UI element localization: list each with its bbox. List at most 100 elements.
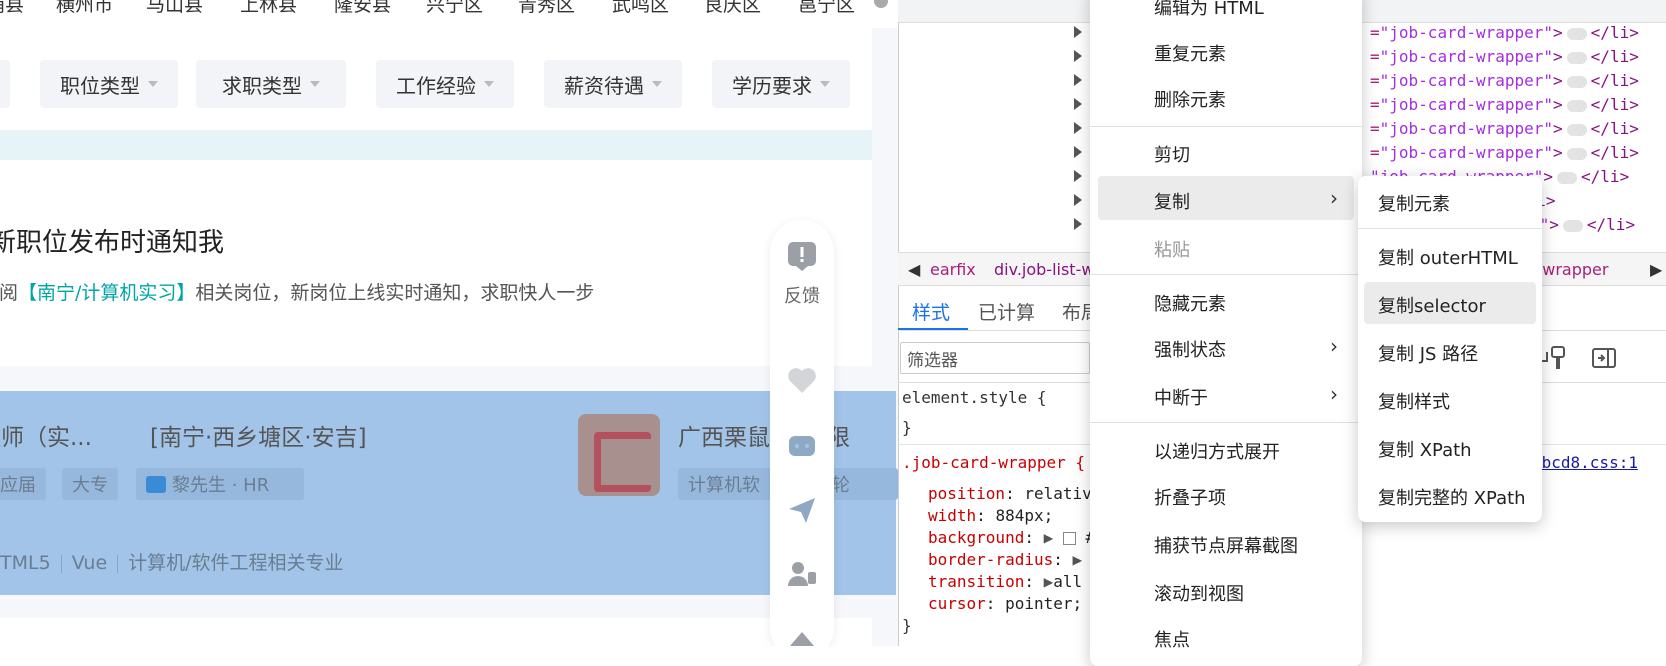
menu-separator: [1090, 274, 1362, 275]
css-declaration[interactable]: position: relativ: [928, 484, 1092, 503]
filter-education[interactable]: 学历要求: [712, 60, 850, 108]
filter-salary[interactable]: 薪资待遇: [544, 60, 682, 108]
ellipsis-icon: [1562, 219, 1583, 232]
element-style-rule[interactable]: element.style {: [902, 388, 1047, 407]
filter-job-type[interactable]: 职位类型: [40, 60, 178, 108]
breadcrumb-item[interactable]: div.job-list-w: [994, 260, 1094, 279]
submenu-item-copy-outerhtml[interactable]: 复制 outerHTML: [1378, 244, 1518, 270]
city-link[interactable]: 兴宁区: [426, 0, 483, 17]
rule-close-brace: }: [902, 418, 912, 437]
css-declaration[interactable]: background: ▶ #: [928, 528, 1095, 547]
dom-node-line[interactable]: ="job-card-wrapper"> </li>: [1370, 71, 1639, 90]
contacts-icon[interactable]: [786, 558, 818, 590]
chat-icon[interactable]: [786, 430, 818, 462]
filter-chip-partial[interactable]: [0, 60, 10, 108]
css-declaration[interactable]: width: 884px;: [928, 506, 1053, 525]
menu-item-copy[interactable]: 复制: [1154, 188, 1190, 214]
dom-node-line[interactable]: ="job-card-wrapper"> </li>: [1370, 95, 1639, 114]
paint-brush-icon[interactable]: [1544, 344, 1572, 372]
dom-node-line[interactable]: ="job-card-wrapper"> </li>: [1370, 23, 1639, 42]
active-tab-indicator: [898, 328, 968, 330]
breadcrumb-item[interactable]: earfix: [930, 260, 976, 279]
context-menu: 编辑为 HTML 重复元素 删除元素 剪切 复制 › 粘贴 隐藏元素 强制状态 …: [1090, 0, 1362, 666]
subscription-title: 新职位发布时通知我: [0, 228, 225, 258]
breadcrumb-scroll-right-icon[interactable]: ▶: [1650, 260, 1662, 279]
breadcrumb-scroll-left-icon[interactable]: ◀: [908, 260, 920, 279]
send-icon[interactable]: [786, 494, 818, 526]
subscription-keyword-link[interactable]: 【南宁/计算机实习】: [18, 282, 195, 304]
expand-triangle-icon[interactable]: [1074, 218, 1082, 230]
expand-triangle-icon[interactable]: [1074, 26, 1082, 38]
menu-item-edit-html[interactable]: 编辑为 HTML: [1154, 0, 1264, 20]
city-link[interactable]: 良庆区: [704, 0, 761, 17]
logo-glyph: [594, 432, 651, 492]
css-declaration[interactable]: border-radius: ▶: [928, 550, 1082, 569]
city-link[interactable]: 横州市: [56, 0, 113, 17]
menu-item-force-state[interactable]: 强制状态: [1154, 336, 1226, 362]
menu-item-collapse-children[interactable]: 折叠子项: [1154, 484, 1226, 510]
submenu-item-copy-element[interactable]: 复制元素: [1378, 190, 1450, 216]
menu-item-cut[interactable]: 剪切: [1154, 141, 1190, 167]
city-link[interactable]: 浦县: [0, 0, 24, 17]
expand-triangle-icon[interactable]: [1074, 170, 1082, 182]
tab-computed[interactable]: 已计算: [978, 298, 1035, 325]
tab-styles[interactable]: 样式: [912, 298, 950, 325]
menu-separator: [1090, 126, 1362, 127]
filter-label: 薪资待遇: [564, 73, 644, 98]
submenu-item-copy-xpath[interactable]: 复制 XPath: [1378, 436, 1472, 462]
expand-triangle-icon[interactable]: [1074, 98, 1082, 110]
back-to-top-icon[interactable]: [786, 626, 818, 646]
feedback-icon[interactable]: [786, 240, 818, 272]
submenu-item-copy-js-path[interactable]: 复制 JS 路径: [1378, 340, 1478, 366]
css-declaration[interactable]: transition: ▶all: [928, 572, 1082, 591]
menu-item-focus[interactable]: 焦点: [1154, 626, 1190, 652]
menu-item-paste: 粘贴: [1154, 240, 1190, 261]
submenu-item-copy-full-xpath[interactable]: 复制完整的 XPath: [1378, 484, 1526, 510]
stylesheet-source-link[interactable]: abcd8.css:1: [1532, 453, 1638, 472]
hr-contact-tag[interactable]: 黎先生 · HR: [136, 468, 304, 500]
next-job-card[interactable]: [0, 618, 872, 646]
menu-item-expand-recursively[interactable]: 以递归方式展开: [1154, 438, 1280, 464]
ellipsis-icon: [1566, 27, 1587, 40]
menu-item-duplicate-element[interactable]: 重复元素: [1154, 40, 1226, 66]
expand-triangle-icon[interactable]: [1074, 122, 1082, 134]
css-selector[interactable]: .job-card-wrapper {: [902, 453, 1085, 472]
filter-seek-type[interactable]: 求职类型: [196, 60, 346, 108]
job-location: [南宁·西乡塘区·安吉]: [150, 425, 367, 451]
submenu-item-copy-styles[interactable]: 复制样式: [1378, 388, 1450, 414]
menu-item-hide-element[interactable]: 隐藏元素: [1154, 290, 1226, 316]
expand-triangle-icon[interactable]: [1074, 194, 1082, 206]
job-title[interactable]: 程师（实...: [0, 418, 92, 452]
city-link[interactable]: 隆安县: [334, 0, 391, 17]
dom-node-line[interactable]: ="job-card-wrapper"> </li>: [1370, 143, 1639, 162]
styles-filter-input[interactable]: 筛选器: [900, 342, 1090, 374]
job-skills: TML5 Vue 计算机/软件工程相关专业: [0, 552, 344, 574]
job-tag: 应届: [0, 468, 46, 500]
submenu-item-copy-selector[interactable]: 复制selector: [1378, 292, 1486, 318]
city-link[interactable]: 邕宁区: [798, 0, 855, 17]
feedback-label[interactable]: 反馈: [784, 282, 820, 308]
heart-icon[interactable]: [786, 364, 818, 396]
city-link[interactable]: 上林县: [240, 0, 297, 17]
info-strip: [0, 130, 872, 160]
dom-node-line[interactable]: ="job-card-wrapper"> </li>: [1370, 47, 1639, 66]
expand-triangle-icon[interactable]: [1074, 50, 1082, 62]
expand-triangle-icon[interactable]: [1074, 74, 1082, 86]
city-link[interactable]: 青秀区: [518, 0, 575, 17]
dom-node-line[interactable]: r"></li>: [1530, 215, 1635, 234]
menu-item-scroll-into-view[interactable]: 滚动到视图: [1154, 580, 1244, 606]
dom-node-line[interactable]: ="job-card-wrapper"> </li>: [1370, 119, 1639, 138]
ellipsis-icon: [1566, 99, 1587, 112]
filter-experience[interactable]: 工作经验: [376, 60, 514, 108]
menu-item-delete-element[interactable]: 删除元素: [1154, 86, 1226, 112]
menu-item-capture-node-screenshot[interactable]: 捕获节点屏幕截图: [1154, 532, 1298, 558]
expand-triangle-icon[interactable]: [1074, 146, 1082, 158]
caret-down-icon: [652, 81, 662, 87]
filter-label: 学历要求: [732, 73, 812, 98]
menu-item-break-on[interactable]: 中断于: [1154, 384, 1208, 410]
toggle-sidebar-icon[interactable]: [1590, 344, 1618, 372]
city-link[interactable]: 武鸣区: [612, 0, 669, 17]
company-logo[interactable]: [578, 414, 660, 496]
city-link[interactable]: 马山县: [146, 0, 203, 17]
css-declaration[interactable]: cursor: pointer;: [928, 594, 1082, 613]
